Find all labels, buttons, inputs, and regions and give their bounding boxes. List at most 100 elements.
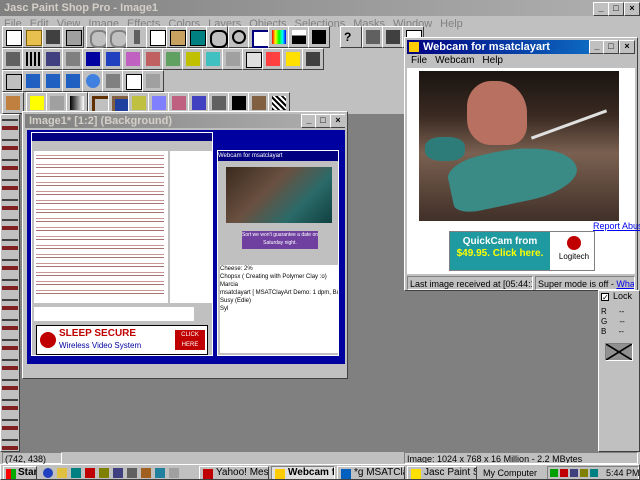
tool-row3-4[interactable]	[62, 70, 84, 92]
quickcam-ad[interactable]: QuickCam from $49.95. Click here. Logite…	[449, 231, 595, 271]
palette-button[interactable]	[268, 26, 290, 48]
start-button[interactable]: Start	[3, 466, 37, 479]
tool-row2-13[interactable]	[242, 48, 264, 70]
tool-row2-8[interactable]	[142, 48, 164, 70]
tool-row2-15[interactable]	[282, 48, 304, 70]
user-list-item[interactable]: Syl	[220, 305, 338, 313]
tool-row2-10[interactable]	[182, 48, 204, 70]
taskbar-yahoo-messenger[interactable]: Yahoo! Messen...	[199, 466, 269, 479]
chat-ad-banner[interactable]: SLEEP SECURE Wireless Video System CLICK…	[36, 325, 208, 355]
save-button[interactable]	[42, 26, 64, 48]
taskbar-webcam[interactable]: Webcam for...	[271, 466, 335, 479]
tool-row4-1[interactable]	[2, 92, 24, 114]
taskbar-paint-shop-pro[interactable]: Jasc Paint Sho...	[407, 466, 477, 479]
scanner-button[interactable]	[382, 26, 404, 48]
tool-row2-2[interactable]	[22, 48, 44, 70]
report-abuse-link[interactable]: Report Abuse	[593, 221, 640, 231]
whats-this-link[interactable]: What's this?	[616, 279, 634, 289]
tool-row3-6[interactable]	[102, 70, 124, 92]
cut-button[interactable]	[126, 26, 148, 48]
image-maximize-button[interactable]: □	[315, 114, 331, 128]
webcam-menu-help[interactable]: Help	[478, 54, 507, 68]
histogram-button[interactable]	[288, 26, 310, 48]
user-list-item[interactable]: Susy (Edie)	[220, 297, 338, 305]
image-window-titlebar: Image1* [1:2] (Background) _ □ ×	[25, 114, 345, 128]
outlook-icon[interactable]	[57, 468, 67, 478]
tool-row2-12[interactable]	[222, 48, 244, 70]
tool-row2-7[interactable]	[122, 48, 144, 70]
layers-toggle-button[interactable]	[308, 26, 330, 48]
system-tray: 5:44 PM	[547, 466, 639, 479]
help-button[interactable]: ?	[340, 26, 362, 48]
tool-row2-14[interactable]	[262, 48, 284, 70]
redo-button[interactable]	[106, 26, 128, 48]
app-icon-1[interactable]	[99, 468, 109, 478]
webcam-maximize-button[interactable]: □	[603, 40, 619, 54]
desktop-icon[interactable]	[71, 468, 81, 478]
blur-icon	[206, 52, 220, 66]
tool-row2-3[interactable]	[42, 48, 64, 70]
close-button[interactable]: ×	[624, 2, 640, 16]
image-close-button[interactable]: ×	[330, 114, 345, 128]
lock-label: Lock	[613, 291, 633, 301]
webcam-menu-webcam[interactable]: Webcam	[431, 54, 478, 68]
copy-button[interactable]	[146, 26, 168, 48]
open-button[interactable]	[22, 26, 44, 48]
paste-button[interactable]	[166, 26, 188, 48]
color-button[interactable]	[206, 26, 228, 48]
user-list-item[interactable]: Marcia	[220, 281, 338, 289]
minimize-button[interactable]: _	[593, 2, 609, 16]
tool-row2-5[interactable]	[82, 48, 104, 70]
chat-input[interactable]	[34, 307, 194, 321]
image-icon	[6, 52, 20, 66]
undo-button[interactable]	[86, 26, 108, 48]
ie-icon[interactable]	[43, 468, 53, 478]
tool-row2-16[interactable]	[302, 48, 324, 70]
clock[interactable]: 5:44 PM	[606, 467, 639, 479]
camera-button[interactable]	[362, 26, 384, 48]
app-icon-6[interactable]	[169, 468, 179, 478]
tool-row3-3[interactable]	[42, 70, 64, 92]
ad-click-button[interactable]: CLICK HERE	[175, 330, 205, 350]
my-computer-link[interactable]: My Computer	[483, 467, 537, 479]
app-icon-4[interactable]	[141, 468, 151, 478]
zoom-button[interactable]	[228, 26, 250, 48]
mosaic-icon	[172, 96, 186, 110]
tool-row3-1[interactable]	[2, 70, 24, 92]
cross-icon	[212, 96, 226, 110]
taskbar-msatclayart[interactable]: *g MSATClayAr...	[337, 466, 405, 479]
tool-row3-7[interactable]	[122, 70, 144, 92]
new-button[interactable]	[2, 26, 24, 48]
user-list-item[interactable]: msatclayart [ MSATClayArt Demo: 1 dpm, B…	[220, 289, 338, 297]
tool-row2-11[interactable]	[202, 48, 224, 70]
tool-row2-9[interactable]	[162, 48, 184, 70]
tool-row3-2[interactable]	[22, 70, 44, 92]
tool-row3-5[interactable]	[82, 70, 104, 92]
maximize-button[interactable]: □	[608, 2, 624, 16]
user-list-item[interactable]: Chopsx ( Creating with Polymer Clay :o)	[220, 273, 338, 281]
tool-row2-6[interactable]	[102, 48, 124, 70]
channels-icon[interactable]	[85, 468, 95, 478]
color-preview-box[interactable]	[605, 343, 633, 361]
app-icon-3[interactable]	[127, 468, 137, 478]
fullscreen-button[interactable]	[248, 26, 270, 48]
app-icon-2[interactable]	[113, 468, 123, 478]
lock-checkbox[interactable]: ✓	[601, 293, 609, 302]
tray-icon-1[interactable]	[550, 469, 558, 477]
shape-icon	[50, 96, 64, 110]
print-button[interactable]	[62, 26, 84, 48]
tool-row2-1[interactable]	[2, 48, 24, 70]
webcam-menu-file[interactable]: File	[407, 54, 431, 68]
browse-button[interactable]	[186, 26, 208, 48]
tool-row3-8[interactable]	[142, 70, 164, 92]
tray-icon-3[interactable]	[570, 469, 578, 477]
webcam-close-button[interactable]: ×	[619, 40, 635, 54]
tool-row2-4[interactable]	[62, 48, 84, 70]
tray-icon-5[interactable]	[590, 469, 598, 477]
tray-icon-4[interactable]	[580, 469, 588, 477]
inner-taskbar	[27, 364, 345, 374]
user-list-item[interactable]: Cheese: 2%	[220, 265, 338, 273]
tray-icon-2[interactable]	[560, 469, 568, 477]
app-icon-5[interactable]	[155, 468, 165, 478]
image-canvas[interactable]: SLEEP SECURE Wireless Video System CLICK…	[27, 130, 345, 374]
